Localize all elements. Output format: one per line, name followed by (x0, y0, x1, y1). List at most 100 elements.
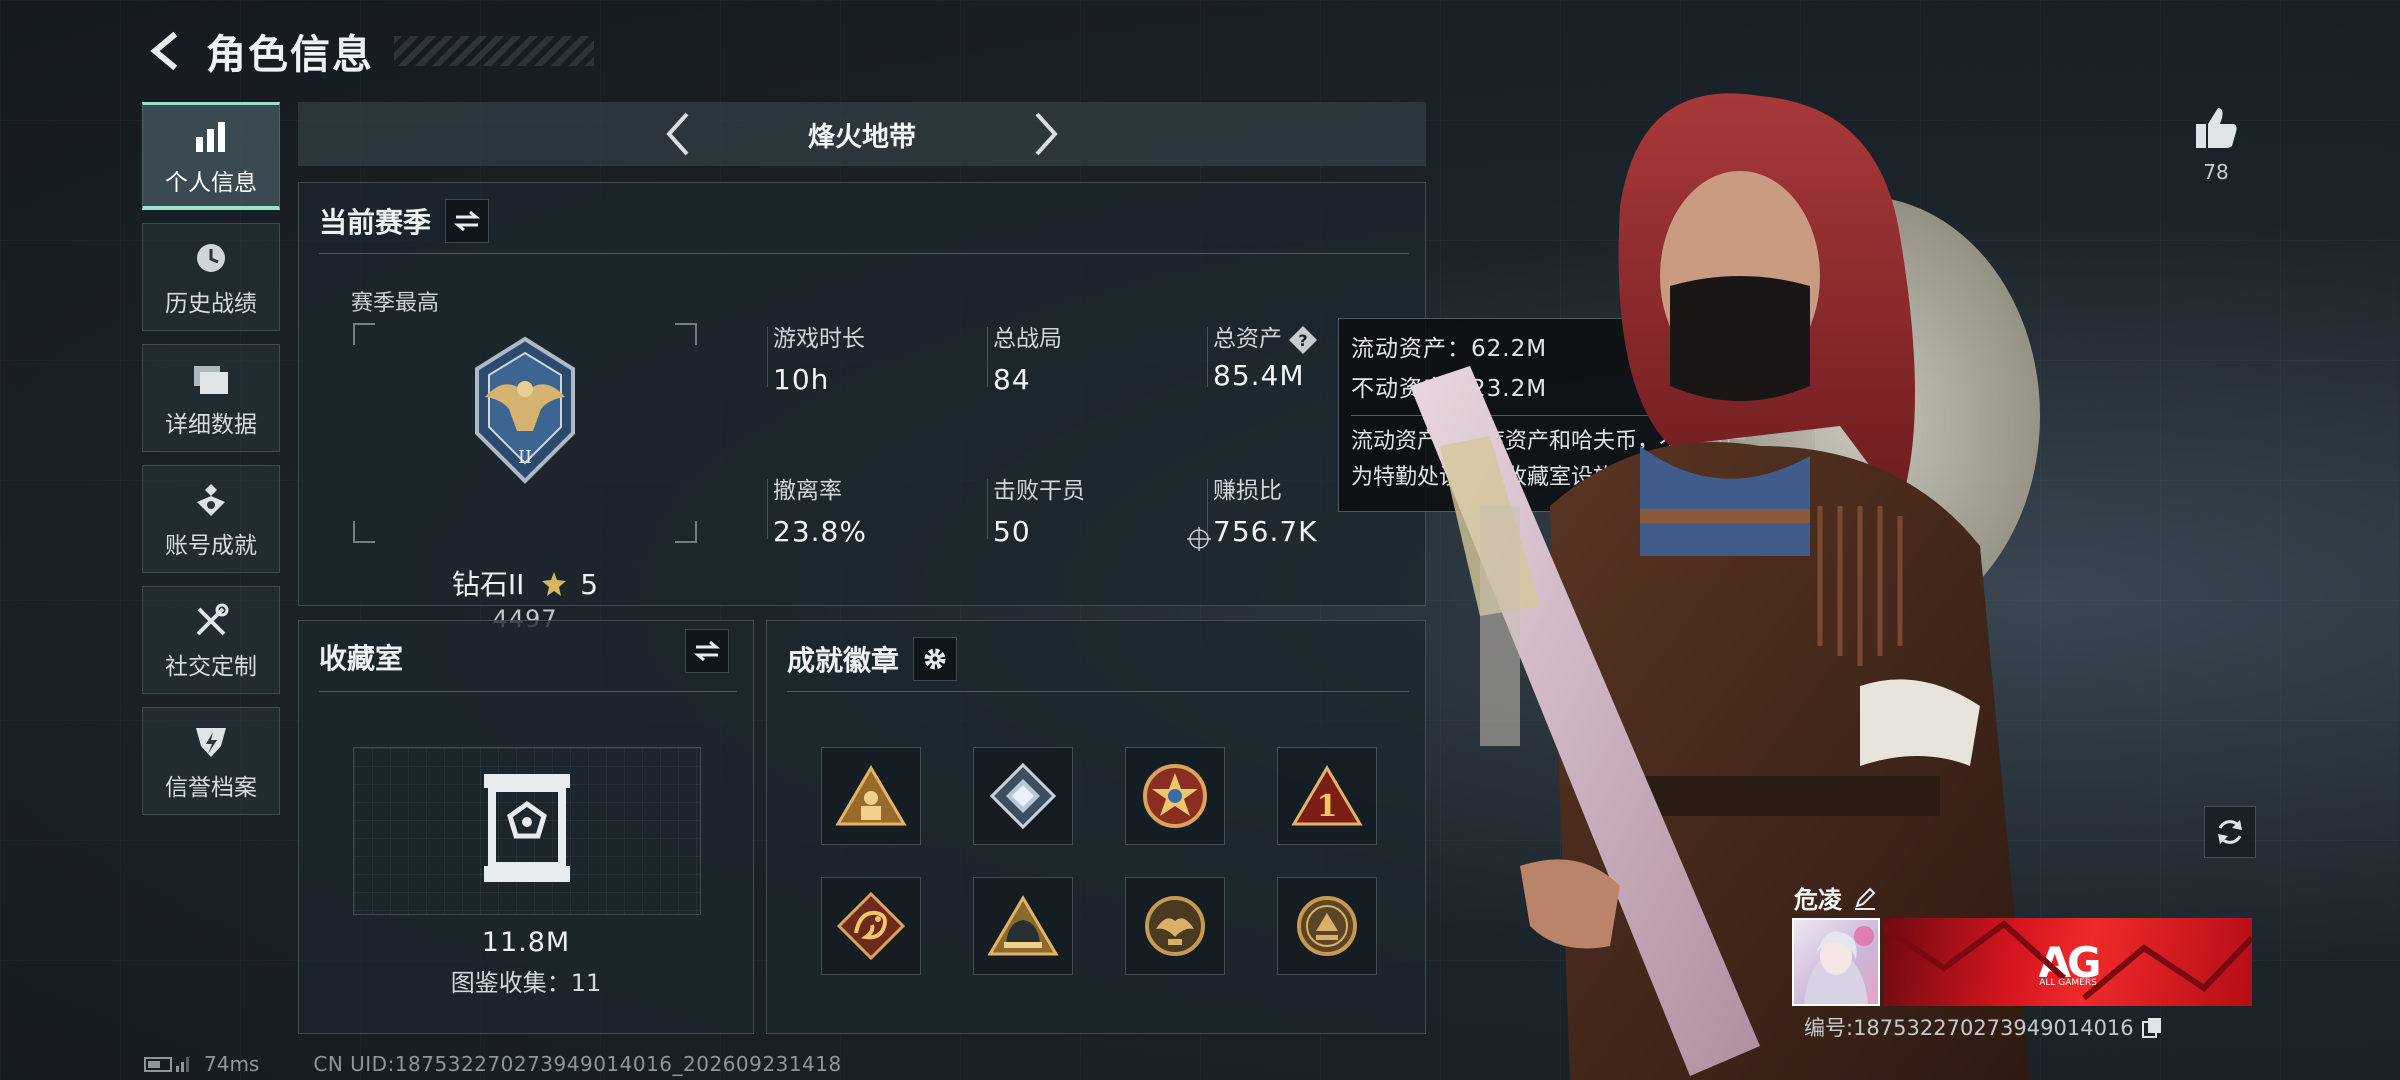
back-arrow-icon (150, 31, 178, 71)
nav-item-history[interactable]: 历史战绩 (142, 223, 280, 331)
stat-value: 10h (773, 363, 830, 396)
badges-panel: 成就徽章 1 (766, 620, 1426, 1034)
like-count: 78 (2203, 160, 2229, 184)
stat-divider (1207, 327, 1208, 387)
nav-item-social[interactable]: 社交定制 (142, 586, 280, 694)
nav-item-detail-data[interactable]: 详细数据 (142, 344, 280, 452)
frame-corner (675, 521, 697, 543)
svg-text:?: ? (1298, 331, 1307, 350)
svg-text:II: II (518, 447, 532, 468)
stat-label-row: 总资产? (1213, 319, 1318, 355)
nav-label: 信誉档案 (165, 775, 257, 801)
badge-crystal-icon (989, 762, 1057, 830)
season-panel: 当前赛季 赛季最高 II 钻石II 5 4497 游戏时长 10h 总战局 84 (298, 182, 1426, 633)
swap-icon (454, 210, 481, 232)
nav-item-achievements[interactable]: 账号成就 (142, 465, 280, 573)
stat-label: 总战局 (993, 326, 1062, 352)
achievement-badge[interactable] (973, 747, 1073, 845)
achievement-badge[interactable] (1125, 747, 1225, 845)
refresh-button[interactable] (2204, 806, 2256, 858)
header: 角色信息 (140, 18, 594, 84)
stat-divider (767, 327, 768, 387)
stat-label: 总资产 (1213, 326, 1282, 352)
star-icon (542, 572, 567, 596)
nav-label: 社交定制 (165, 654, 257, 680)
copy-id-button[interactable] (2140, 1015, 2164, 1039)
stat-extraction-rate: 撤离率 23.8% (767, 471, 867, 548)
banner-pattern (1884, 920, 2252, 1001)
collection-switch-button[interactable] (685, 629, 729, 673)
help-icon[interactable]: ? (1288, 325, 1318, 355)
stat-divider (767, 479, 768, 539)
achievement-icon (193, 478, 229, 522)
achievement-badge[interactable] (973, 877, 1073, 975)
stat-label: 击败干员 (993, 478, 1085, 504)
tools-icon (193, 599, 229, 643)
badge-dragon-icon (836, 891, 906, 961)
player-card[interactable]: AG ALL GAMERS (1792, 918, 2252, 1006)
badges-settings-button[interactable] (913, 637, 958, 681)
season-switch-button[interactable] (445, 199, 490, 243)
season-title: 当前赛季 (319, 206, 432, 239)
back-button[interactable] (140, 26, 190, 76)
refresh-icon (2218, 820, 2242, 844)
rank-frame: II (353, 323, 697, 543)
avatar[interactable] (1792, 918, 1880, 1006)
mode-prev-button[interactable] (654, 110, 702, 158)
rank-name: 钻石II (451, 568, 525, 601)
stat-value: 85.4M (1213, 358, 1305, 392)
achievement-badge[interactable] (821, 747, 921, 845)
crosshair-icon (1187, 527, 1211, 551)
nav-item-credit[interactable]: 信誉档案 (142, 707, 280, 815)
season-best-label: 赛季最高 (351, 291, 440, 316)
gear-icon (924, 648, 946, 670)
rank-stars: 5 (580, 568, 599, 601)
ping-value: 74ms (204, 1052, 260, 1076)
svg-text:1: 1 (1317, 789, 1338, 824)
collection-title: 收藏室 (319, 642, 404, 675)
like-button[interactable] (2186, 98, 2246, 158)
collection-value: 11.8M (481, 927, 571, 958)
chevron-left-icon (666, 112, 689, 156)
mode-selector: 烽火地带 (298, 102, 1426, 166)
frame-corner (353, 521, 375, 543)
stat-play-time: 游戏时长 10h (767, 319, 865, 396)
frame-corner (353, 323, 375, 345)
stat-total-matches: 总战局 84 (987, 319, 1062, 396)
team-banner: AG ALL GAMERS (1884, 918, 2252, 1006)
mode-next-button[interactable] (1022, 110, 1070, 158)
badges-title: 成就徽章 (787, 644, 900, 677)
collection-count: 图鉴收集：11 (450, 969, 602, 997)
nav-label: 个人信息 (165, 169, 257, 196)
badge-star-medal-icon (1143, 764, 1207, 828)
stat-total-assets: 总资产? 85.4M (1207, 319, 1318, 392)
pencil-icon (1855, 887, 1876, 910)
diamond-rank-emblem-icon: II (475, 336, 575, 484)
player-name-row: 危凌 (1794, 880, 1880, 915)
chevron-right-icon (1035, 112, 1058, 156)
status-footer: 74ms CN UID:187532270273949014016_202609… (144, 1052, 842, 1076)
bar-chart-icon (193, 115, 229, 159)
achievement-badge[interactable] (1125, 877, 1225, 975)
badge-soldier-icon (835, 765, 907, 826)
achievement-badge[interactable] (821, 877, 921, 975)
player-name: 危凌 (1794, 886, 1842, 914)
season-panel-header: 当前赛季 (319, 199, 490, 243)
badges-panel-header: 成就徽章 (787, 637, 958, 681)
copy-icon (2141, 1018, 2161, 1038)
side-nav: 个人信息 历史战绩 详细数据 账号成就 社交定制 信誉档案 (142, 102, 280, 828)
stat-value: 50 (993, 515, 1031, 548)
stat-operators-defeated: 击败干员 50 (987, 471, 1085, 548)
stat-divider (987, 479, 988, 539)
edit-name-button[interactable] (1850, 883, 1880, 913)
stat-profit-loss: 赚损比 756.7K (1207, 471, 1318, 548)
rank-name-row: 钻石II 5 (353, 563, 697, 603)
collection-display[interactable] (353, 747, 701, 915)
swap-icon (694, 640, 720, 662)
credit-icon (193, 720, 229, 764)
stat-value: 756.7K (1213, 515, 1318, 548)
battery-signal-icon (144, 1057, 189, 1072)
player-id: 编号:187532270273949014016 (1804, 1016, 2134, 1040)
stat-label: 游戏时长 (773, 326, 865, 352)
nav-item-personal-info[interactable]: 个人信息 (142, 102, 280, 210)
